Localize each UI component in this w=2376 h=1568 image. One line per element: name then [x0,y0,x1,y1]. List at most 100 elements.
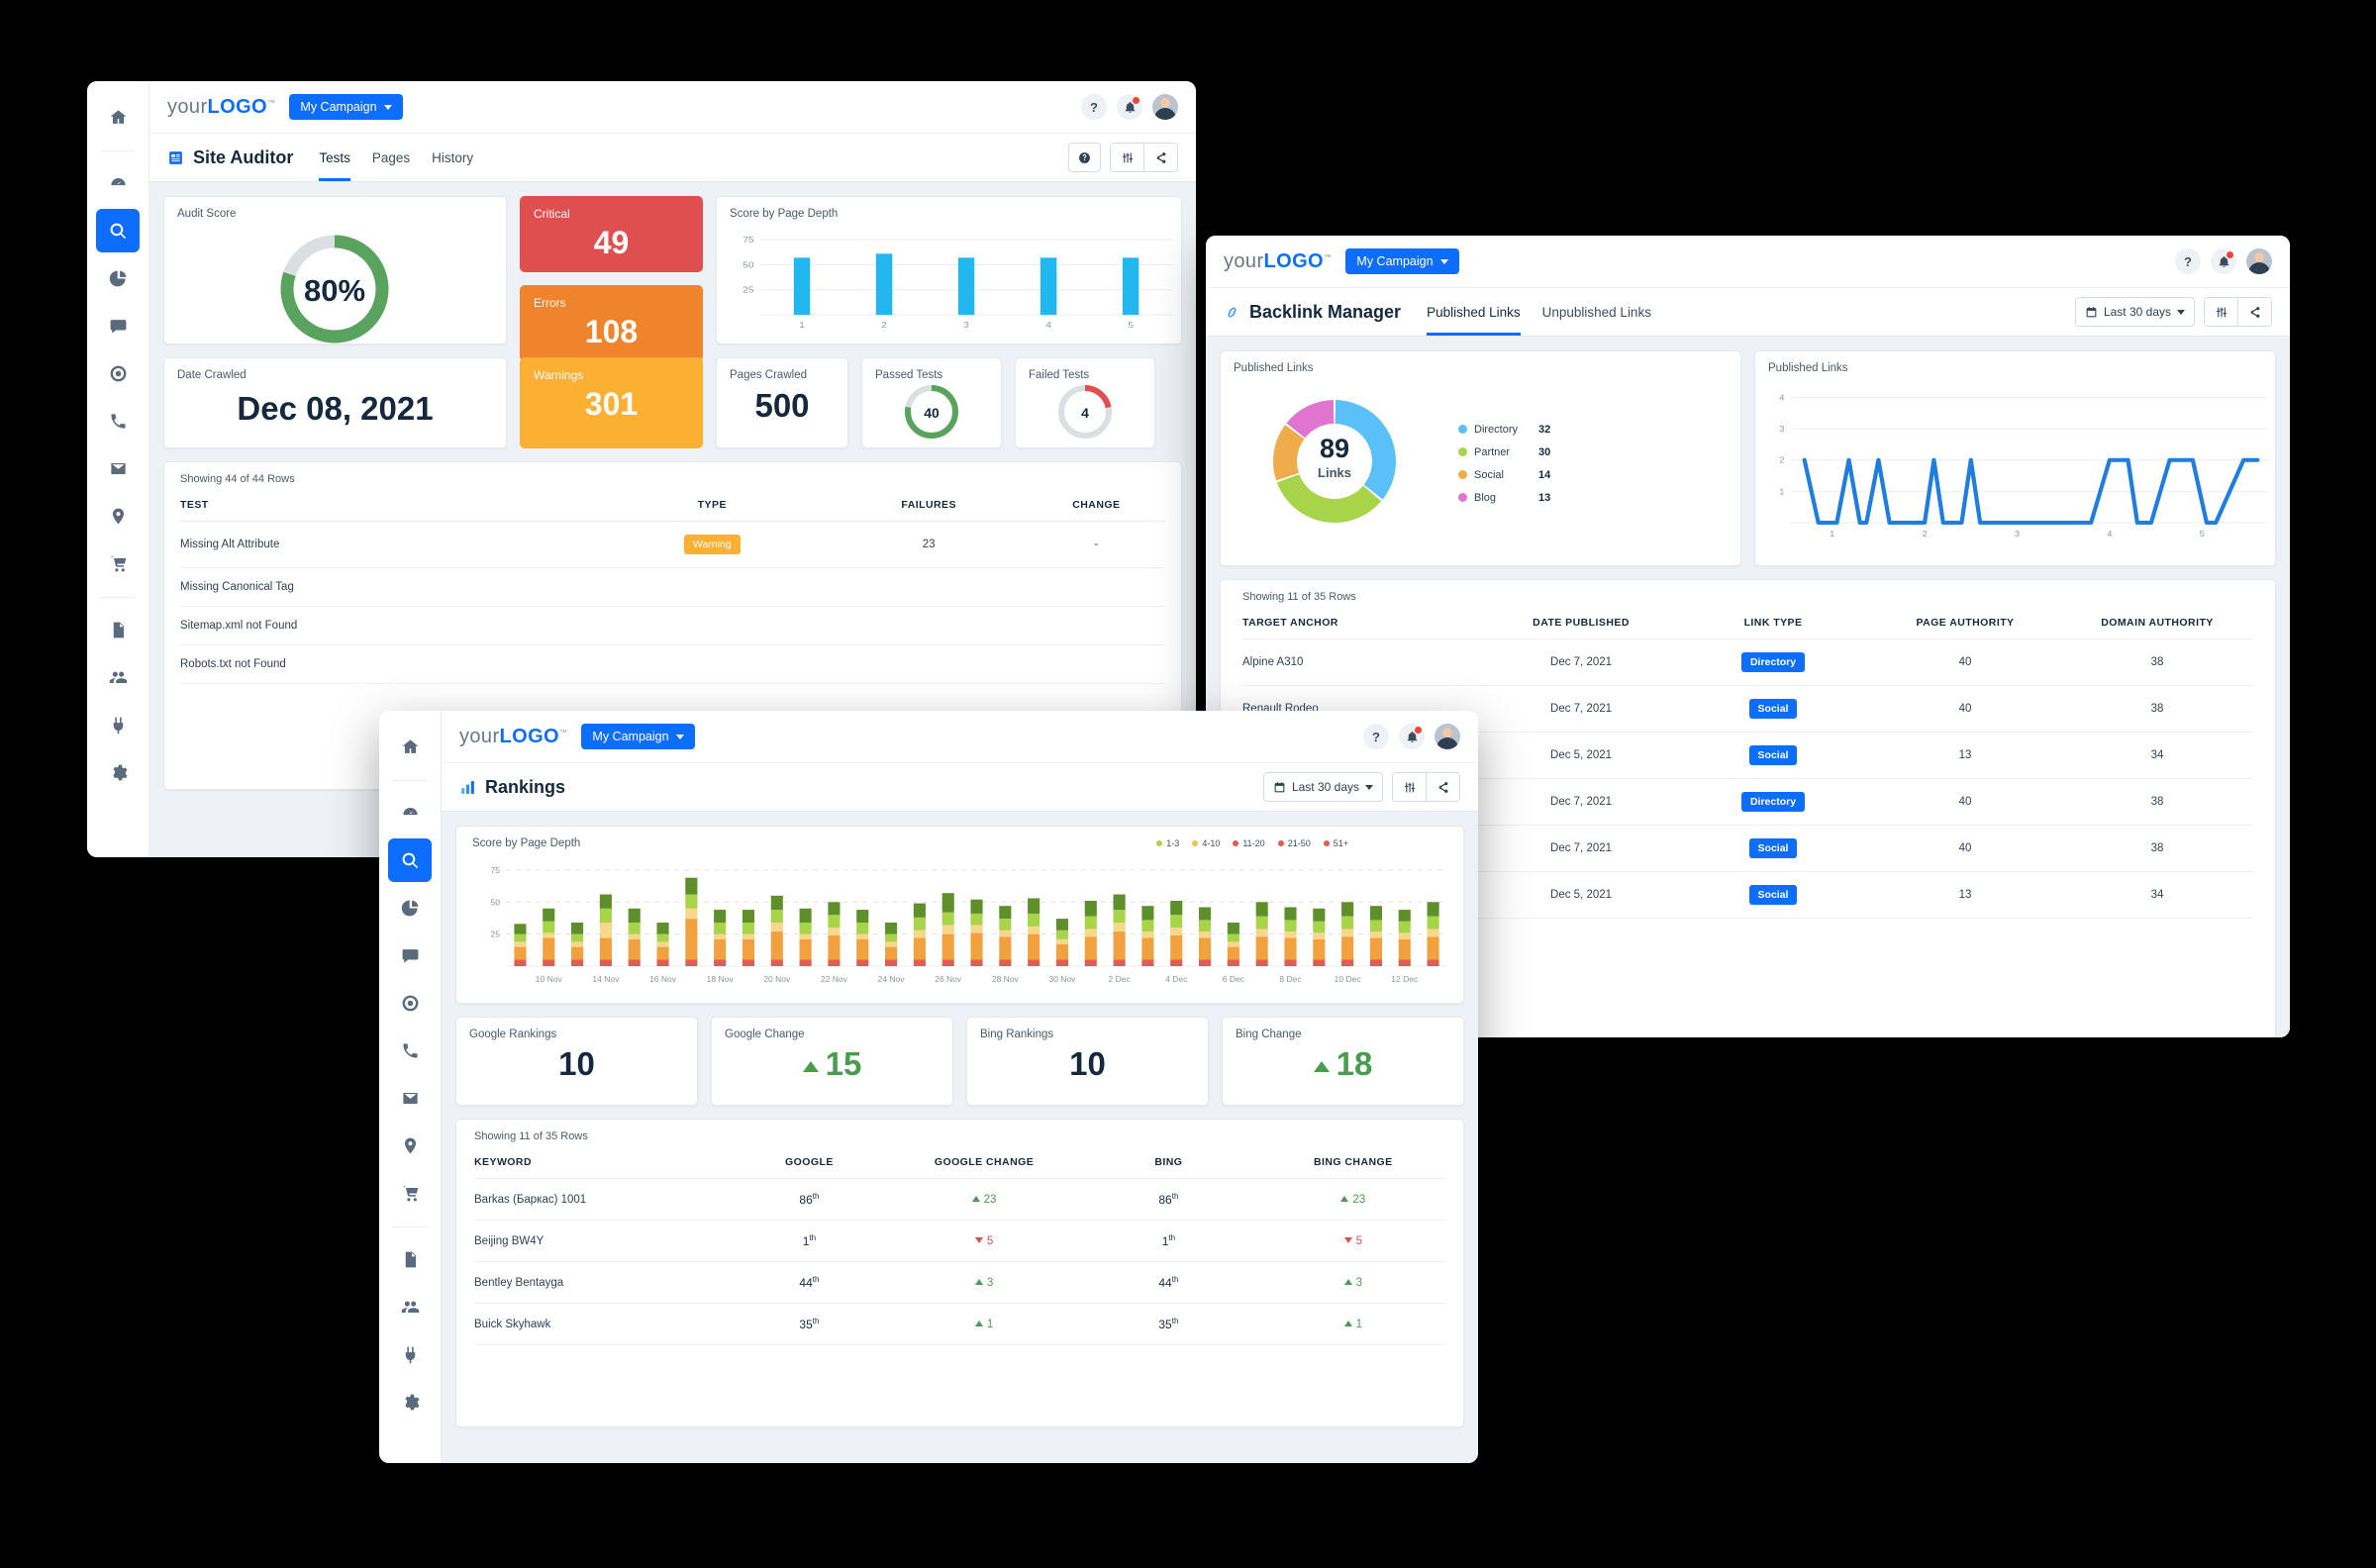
svg-text:5: 5 [2200,529,2205,539]
rk-avatar[interactable] [1435,724,1460,749]
rk-sidebar-item-ecommerce[interactable] [388,1171,432,1215]
table-row[interactable]: Bentley Bentayga 44th 3 44th 3 [474,1261,1445,1304]
table-row[interactable]: Robots.txt not Found [180,644,1165,684]
tab-auditor-pages[interactable]: Pages [372,134,410,181]
rk-sidebar-item-email[interactable] [388,1076,432,1120]
rk-sidebar-item-documents[interactable] [388,1237,432,1281]
bl-logo[interactable]: yourLOGO™ [1224,250,1332,273]
bl-notifications-button[interactable] [2211,248,2236,274]
sidebar-item-home[interactable] [96,95,140,139]
svg-text:25: 25 [742,285,753,294]
cell-page-authority: 40 [1869,825,2061,872]
link-type-badge[interactable]: Directory [1740,792,1806,812]
tab-backlink-published-links[interactable]: Published Links [1427,288,1521,336]
bl-page-bar: Backlink Manager Published Links Unpublis… [1206,288,2290,337]
change-value: 1 [1343,1319,1362,1330]
sidebar-item-chat[interactable] [96,304,140,347]
cell-page-authority: 40 [1869,778,2061,826]
tab-auditor-history[interactable]: History [432,134,473,181]
table-row[interactable]: Missing Alt Attribute Warning 23 - [180,521,1165,568]
kpi-card-label: Bing Rankings [980,1029,1054,1040]
rk-logo[interactable]: yourLOGO™ [459,726,567,748]
bl-campaign-selector[interactable]: My Campaign [1345,248,1459,274]
question-circle-icon [1079,151,1090,163]
link-type-badge[interactable]: Directory [1740,652,1806,672]
table-row[interactable]: Barkas (Баркас) 1001 86th 23 86th 23 [474,1178,1445,1221]
help-icon-button[interactable] [1068,143,1101,172]
legend-item: Directory 32 [1458,424,1550,436]
sidebar-item-users[interactable] [96,655,140,699]
rk-sidebar-item-rankings[interactable] [388,838,432,882]
rk-sidebar-item-social[interactable] [388,981,432,1025]
rk-sidebar-item-settings[interactable] [388,1380,432,1423]
link-type-badge[interactable]: Social [1748,745,1798,765]
svg-text:16 Nov: 16 Nov [649,974,677,984]
tab-backlink-unpublished-links[interactable]: Unpublished Links [1542,288,1651,336]
chevron-down-icon [1439,258,1448,264]
sidebar-item-site-auditor[interactable] [96,209,140,252]
sidebar-item-ecommerce[interactable] [96,541,140,585]
sidebar-item-reports[interactable] [96,256,140,300]
rk-logo-tm: ™ [559,727,568,736]
bl-top-bar: yourLOGO™ My Campaign ? [1206,236,2290,288]
sidebar-item-settings[interactable] [96,750,140,794]
logo[interactable]: yourLOGO™ [167,96,275,119]
rk-help-button[interactable]: ? [1363,724,1389,749]
rk-sidebar-item-users[interactable] [388,1285,432,1328]
sidebar-item-dashboard[interactable] [96,161,140,205]
share-icon [1156,151,1166,163]
tab-auditor-tests[interactable]: Tests [319,134,350,181]
rk-sidebar-item-reports[interactable] [388,886,432,930]
rk-notifications-button[interactable] [1399,724,1425,749]
sidebar-item-documents[interactable] [96,608,140,651]
svg-text:50: 50 [742,260,753,269]
sidebar-item-integrations[interactable] [96,703,140,746]
legend-label: Partner [1474,445,1511,458]
share-button[interactable] [1143,144,1177,171]
table-row[interactable]: Sitemap.xml not Found [180,606,1165,645]
sidebar-item-local[interactable] [96,494,140,538]
help-button[interactable]: ? [1081,94,1107,120]
rk-sidebar-item-local[interactable] [388,1124,432,1167]
rk-sidebar-item-calls[interactable] [388,1029,432,1072]
rk-top-bar: yourLOGO™ My Campaign ? [442,711,1478,763]
bl-avatar[interactable] [2246,248,2272,274]
svg-text:1: 1 [1830,529,1834,539]
campaign-selector[interactable]: My Campaign [289,94,403,120]
table-row[interactable]: Alpine A310 Dec 7, 2021 Directory 40 38 [1242,638,2253,686]
rk-sidebar-item-integrations[interactable] [388,1332,432,1376]
tests-table-header: TEST TYPE FAILURES CHANGE [180,489,1165,522]
filter-button[interactable] [1111,144,1143,171]
link-type-badge[interactable]: Social [1748,885,1798,905]
bl-share-button[interactable] [2237,298,2271,326]
legend-value: 13 [1538,491,1551,504]
sidebar-item-calls[interactable] [96,399,140,442]
rk-sidebar-item-chat[interactable] [388,933,432,977]
sidebar-item-email[interactable] [96,446,140,490]
bl-filter-button[interactable] [2205,298,2237,326]
legend-swatch-icon [1277,840,1284,846]
cell-bing: 35th [1076,1303,1261,1345]
legend-swatch-icon [1458,425,1467,434]
table-row[interactable]: Buick Skyhawk 35th 1 35th 1 [474,1303,1445,1345]
change-value: 3 [974,1277,993,1289]
rk-sidebar-item-home[interactable] [388,725,432,768]
notifications-button[interactable] [1117,94,1142,120]
rk-sidebar-item-dashboard[interactable] [388,791,432,834]
avatar[interactable] [1152,94,1178,120]
rk-share-button[interactable] [1426,773,1459,801]
cell-domain-authority: 38 [2060,638,2253,686]
link-type-badge[interactable]: Social [1748,838,1798,858]
table-row[interactable]: Beijing BW4Y 1th 5 1th 5 [474,1220,1445,1262]
cell-google: 1th [727,1220,892,1262]
failed-tests-donut: 4 [1058,385,1112,439]
table-row[interactable]: Missing Canonical Tag [180,567,1165,607]
date-range-selector[interactable]: Last 30 days [2074,297,2195,327]
rk-date-range-selector[interactable]: Last 30 days [1262,772,1383,802]
rk-filter-button[interactable] [1393,773,1426,801]
bl-help-button[interactable]: ? [2175,248,2201,274]
rk-date-range-label: Last 30 days [1291,780,1359,794]
sidebar-item-social[interactable] [96,351,140,395]
link-type-badge[interactable]: Social [1748,699,1798,719]
rk-campaign-selector[interactable]: My Campaign [581,724,695,749]
